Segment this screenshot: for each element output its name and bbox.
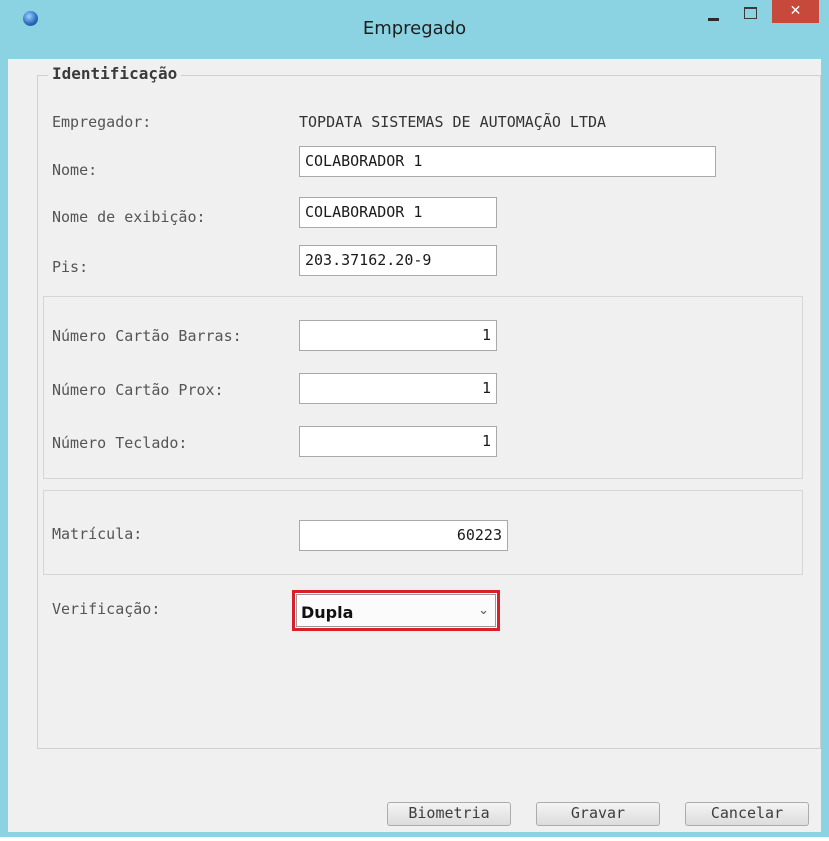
nome-exibicao-input[interactable]: COLABORADOR 1	[299, 197, 497, 228]
verificacao-selected-value: Dupla	[301, 603, 354, 622]
pis-input[interactable]: 203.37162.20-9	[299, 245, 497, 276]
teclado-input[interactable]: 1	[299, 426, 497, 457]
nome-exibicao-label: Nome de exibição:	[52, 208, 206, 226]
chevron-down-icon[interactable]: ⌄	[478, 603, 489, 618]
empregador-label: Empregador:	[52, 113, 152, 131]
close-icon[interactable]: ✕	[772, 0, 819, 23]
gravar-button[interactable]: Gravar	[536, 802, 660, 826]
maximize-icon[interactable]	[739, 6, 765, 28]
pis-label: Pis:	[52, 258, 89, 276]
biometria-button[interactable]: Biometria	[387, 802, 511, 826]
employee-dialog-window: Empregado ✕ Identificação Empregador: TO…	[0, 0, 829, 837]
nome-input[interactable]: COLABORADOR 1	[299, 146, 716, 177]
dialog-body: Identificação Empregador: TOPDATA SISTEM…	[8, 59, 821, 832]
verificacao-select[interactable]: Dupla ⌄	[292, 590, 500, 631]
nome-label: Nome:	[52, 161, 98, 179]
cartao-barras-input[interactable]: 1	[299, 320, 497, 351]
cartao-prox-label: Número Cartão Prox:	[52, 381, 224, 399]
matricula-label: Matrícula:	[52, 525, 143, 543]
screen-bottom-edge	[0, 837, 829, 841]
title-bar[interactable]: Empregado ✕	[0, 0, 829, 60]
verificacao-label: Verificação:	[52, 600, 161, 618]
minimize-icon[interactable]	[702, 6, 728, 28]
cancelar-button[interactable]: Cancelar	[685, 802, 809, 826]
cartao-prox-input[interactable]: 1	[299, 373, 497, 404]
empregador-value: TOPDATA SISTEMAS DE AUTOMAÇÃO LTDA	[299, 113, 607, 131]
identificacao-legend: Identificação	[48, 64, 182, 83]
cartao-barras-label: Número Cartão Barras:	[52, 327, 242, 345]
matricula-input[interactable]: 60223	[299, 520, 508, 551]
teclado-label: Número Teclado:	[52, 434, 188, 452]
verificacao-select-field[interactable]: Dupla ⌄	[296, 594, 496, 627]
